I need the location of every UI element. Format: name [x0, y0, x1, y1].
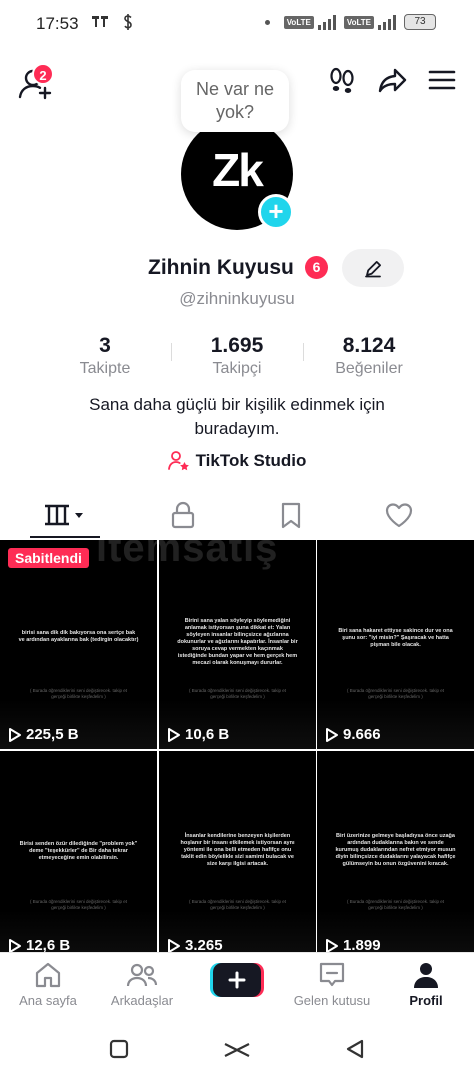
display-name: Zihnin Kuyusu — [148, 256, 294, 279]
profile-bio: Sana daha güçlü bir kişilik edinmek için… — [40, 393, 434, 441]
nav-friends[interactable]: Arkadaşlar — [94, 959, 190, 1008]
profile-note-text: Ne var ne yok? — [195, 79, 275, 122]
video-caption: birisi sana dik dik bakıyorsa ona sertçe… — [18, 630, 139, 643]
username: @zihninkuyusu — [179, 289, 295, 308]
nav-profile[interactable]: Profil — [378, 959, 474, 1008]
share-arrow-icon — [378, 68, 407, 93]
add-story-button[interactable]: + — [258, 194, 294, 230]
video-thumbnail[interactable]: Biri üzerinize gelmeye başladıysa önce u… — [317, 751, 474, 960]
name-notification-badge: 6 — [305, 256, 328, 279]
pencil-icon — [365, 261, 381, 278]
stat-followers[interactable]: 1.695 Takipçi — [172, 334, 302, 378]
video-caption: Birisi senden özür dilediğinde "problem … — [19, 841, 138, 861]
following-label: Takipte — [79, 360, 131, 377]
heart-icon — [385, 503, 413, 528]
play-icon — [168, 727, 180, 742]
play-icon — [326, 727, 338, 742]
battery-icon: 73 — [404, 14, 436, 30]
back-icon[interactable] — [344, 1038, 366, 1060]
bio-line: buradayım. — [194, 419, 280, 438]
bottom-navigation: Ana sayfa Arkadaşlar Gelen kutusu Profil — [0, 952, 474, 1018]
view-count-text: 10,6 B — [185, 726, 230, 743]
video-thumbnail[interactable]: Biri sana hakaret ettiyse sakince dur ve… — [317, 540, 474, 749]
followers-label: Takipçi — [212, 360, 262, 377]
stat-following[interactable]: 3 Takipte — [40, 334, 170, 378]
grid-filter-icon — [45, 504, 83, 526]
view-count: 9.666 — [325, 726, 381, 743]
nav-home-label: Ana sayfa — [19, 993, 77, 1008]
tab-liked[interactable] — [340, 492, 458, 538]
menu-button[interactable] — [428, 66, 456, 94]
plus-icon — [210, 963, 264, 997]
tiktok-studio-link[interactable]: TikTok Studio — [0, 450, 474, 472]
pinned-badge: Sabitlendi — [8, 548, 89, 568]
video-thumbnail[interactable]: birisi sana dik dik bakıyorsa ona sertçe… — [0, 540, 157, 749]
tiktok-studio-label: TikTok Studio — [195, 451, 307, 470]
footprints-icon — [330, 67, 354, 93]
home-gesture-icon[interactable] — [222, 1040, 252, 1060]
nav-profile-label: Profil — [409, 993, 443, 1008]
friends-icon — [126, 963, 158, 987]
avatar-logo-text: Zk — [212, 144, 264, 196]
volte-badge: VoLTE — [283, 15, 314, 29]
bio-line: Sana daha güçlü bir kişilik edinmek için — [89, 395, 385, 414]
footprints-button[interactable] — [328, 66, 356, 94]
likes-label: Beğeniler — [335, 360, 403, 377]
stat-likes[interactable]: 8.124 Beğeniler — [304, 334, 434, 378]
nav-inbox[interactable]: Gelen kutusu — [284, 959, 380, 1008]
profile-icon — [414, 963, 438, 988]
bookmark-icon — [281, 502, 301, 529]
video-thumbnail[interactable]: Birisi senden özür dilediğinde "problem … — [0, 751, 157, 960]
create-video-button[interactable] — [210, 963, 264, 997]
status-time: 17:53 — [36, 14, 79, 33]
video-caption: İnsanlar kendilerine benzeyen kişilerden… — [180, 833, 295, 867]
view-count: 225,5 B — [8, 726, 79, 743]
watermark-logo: itemsatış — [96, 526, 279, 570]
video-thumbnail[interactable]: Birini sana yalan söyleyip söylemediğini… — [159, 540, 316, 749]
video-caption: Birini sana yalan söyleyip söylemediğini… — [177, 618, 298, 666]
play-icon — [9, 727, 21, 742]
currency-icon — [124, 14, 132, 30]
creator-star-icon — [167, 451, 189, 471]
share-profile-button[interactable] — [378, 66, 407, 94]
view-count-text: 225,5 B — [26, 726, 79, 743]
nav-inbox-label: Gelen kutusu — [293, 993, 371, 1008]
signal-icon — [317, 14, 336, 30]
volte-badge-2: VoLTE — [343, 15, 374, 29]
signal-icon-2 — [378, 14, 396, 30]
followers-count: 1.695 — [210, 334, 264, 357]
nav-home[interactable]: Ana sayfa — [0, 959, 96, 1008]
system-navigation-bar — [0, 1018, 474, 1080]
profile-note-bubble[interactable]: Ne var ne yok? — [181, 70, 289, 132]
video-caption: Biri sana hakaret ettiyse sakince dur ve… — [338, 628, 453, 648]
friend-request-badge: 2 — [32, 63, 54, 85]
active-tab-indicator — [30, 536, 100, 538]
nav-friends-label: Arkadaşlar — [110, 993, 174, 1008]
status-bar: 17:53 VoLTE VoLTE 73 — [0, 0, 474, 48]
notification-dot-icon — [264, 19, 270, 25]
hamburger-icon — [428, 70, 456, 90]
lock-icon — [171, 501, 195, 529]
likes-count: 8.124 — [342, 334, 396, 357]
video-caption: Biri üzerinize gelmeye başladıysa önce u… — [335, 833, 456, 867]
home-icon — [35, 962, 61, 988]
view-count: 10,6 B — [167, 726, 229, 743]
inbox-icon — [319, 962, 345, 987]
video-thumbnail[interactable]: İnsanlar kendilerine benzeyen kişilerden… — [159, 751, 316, 960]
edit-profile-button[interactable] — [342, 249, 404, 287]
activity-icon — [92, 16, 108, 27]
recent-apps-icon[interactable] — [108, 1038, 130, 1060]
following-count: 3 — [99, 334, 111, 357]
view-count-text: 9.666 — [343, 726, 381, 743]
